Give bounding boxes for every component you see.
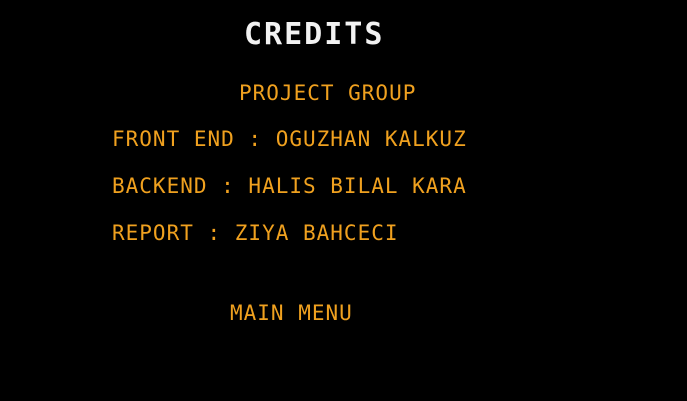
credits-title: CREDITS (244, 17, 385, 52)
credit-line-backend: BACKEND : HALIS BILAL KARA (112, 174, 467, 198)
project-group-heading: PROJECT GROUP (239, 81, 417, 105)
credits-screen: CREDITS PROJECT GROUP FRONT END : OGUZHA… (0, 0, 687, 401)
credit-line-front-end: FRONT END : OGUZHAN KALKUZ (112, 127, 467, 151)
credit-line-report: REPORT : ZIYA BAHCECI (112, 221, 399, 245)
main-menu-button[interactable]: MAIN MENU (228, 300, 355, 326)
